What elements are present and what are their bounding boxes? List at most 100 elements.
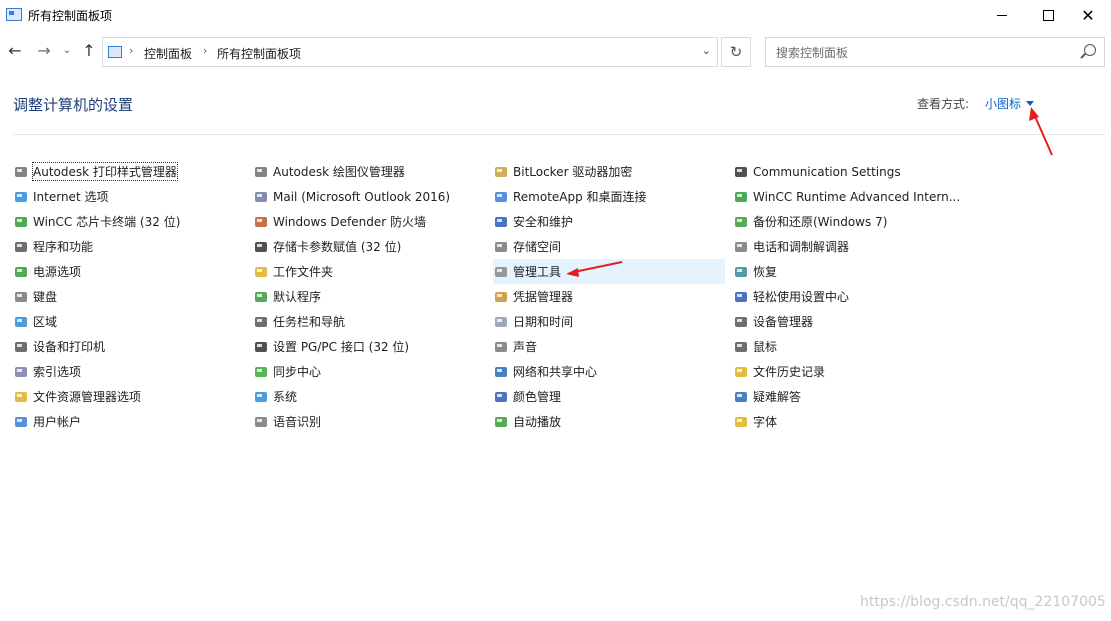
address-dropdown-icon[interactable]: ⌄ <box>702 44 711 57</box>
control-panel-item[interactable]: Communication Settings <box>733 159 965 184</box>
breadcrumb-control-panel[interactable]: 控制面板 <box>144 45 192 62</box>
control-panel-item[interactable]: 同步中心 <box>253 359 485 384</box>
troubleshoot-icon <box>733 389 749 405</box>
storage-card-icon <box>253 239 269 255</box>
search-icon[interactable] <box>1084 44 1096 56</box>
item-label: WinCC Runtime Advanced Intern... <box>753 189 961 204</box>
control-panel-item[interactable]: 声音 <box>493 334 725 359</box>
item-label: 管理工具 <box>513 265 562 279</box>
control-panel-item[interactable]: 日期和时间 <box>493 309 725 334</box>
control-panel-item[interactable]: 备份和还原(Windows 7) <box>733 209 965 234</box>
control-panel-item[interactable]: 设备管理器 <box>733 309 965 334</box>
control-panel-item[interactable]: 电话和调制解调器 <box>733 234 965 259</box>
forward-arrow-icon[interactable]: → <box>33 39 55 63</box>
control-panel-item[interactable]: 管理工具 <box>493 259 725 284</box>
control-panel-item[interactable]: RemoteApp 和桌面连接 <box>493 184 725 209</box>
item-label: 文件资源管理器选项 <box>33 390 142 404</box>
window-title: 所有控制面板项 <box>28 9 113 23</box>
search-input[interactable] <box>774 43 1078 63</box>
network-icon <box>493 364 509 380</box>
control-panel-item[interactable]: BitLocker 驱动器加密 <box>493 159 725 184</box>
control-panel-item[interactable]: Mail (Microsoft Outlook 2016) <box>253 184 485 209</box>
control-panel-item[interactable]: 轻松使用设置中心 <box>733 284 965 309</box>
control-panel-item[interactable]: 用户帐户 <box>13 409 245 434</box>
close-button[interactable]: ✕ <box>1065 0 1111 31</box>
control-panel-item[interactable]: 默认程序 <box>253 284 485 309</box>
control-panel-item[interactable]: 系统 <box>253 384 485 409</box>
control-panel-item[interactable]: 自动播放 <box>493 409 725 434</box>
control-panel-item[interactable]: 语音识别 <box>253 409 485 434</box>
breadcrumb-chevron-icon[interactable]: › <box>129 44 133 57</box>
control-panel-item[interactable]: 凭据管理器 <box>493 284 725 309</box>
control-panel-item[interactable]: 区域 <box>13 309 245 334</box>
items-column-3: BitLocker 驱动器加密 RemoteApp 和桌面连接安全和维护存储空间管… <box>493 159 725 434</box>
wincc-icon <box>13 214 29 230</box>
recent-locations-chevron-icon[interactable]: ⌄ <box>58 39 76 63</box>
control-panel-icon <box>108 46 122 58</box>
control-panel-item[interactable]: 恢复 <box>733 259 965 284</box>
control-panel-item[interactable]: 工作文件夹 <box>253 259 485 284</box>
storage-spaces-icon <box>493 239 509 255</box>
dropdown-caret-icon[interactable] <box>1026 101 1034 106</box>
item-label: 疑难解答 <box>753 390 802 404</box>
item-label: 轻松使用设置中心 <box>753 290 850 304</box>
item-label: 字体 <box>753 415 778 429</box>
control-panel-item[interactable]: 索引选项 <box>13 359 245 384</box>
control-panel-item[interactable]: 任务栏和导航 <box>253 309 485 334</box>
control-panel-item[interactable]: 颜色管理 <box>493 384 725 409</box>
control-panel-item[interactable]: WinCC 芯片卡终端 (32 位) <box>13 209 245 234</box>
item-label: 文件历史记录 <box>753 365 826 379</box>
refresh-button[interactable]: ↻ <box>721 37 751 67</box>
control-panel-item[interactable]: 键盘 <box>13 284 245 309</box>
control-panel-item[interactable]: 设置 PG/PC 接口 (32 位) <box>253 334 485 359</box>
control-panel-icon <box>6 8 22 21</box>
control-panel-item[interactable]: 字体 <box>733 409 965 434</box>
search-box[interactable] <box>765 37 1105 67</box>
control-panel-item[interactable]: 存储空间 <box>493 234 725 259</box>
control-panel-item[interactable]: Internet 选项 <box>13 184 245 209</box>
control-panel-item[interactable]: WinCC Runtime Advanced Intern... <box>733 184 965 209</box>
control-panel-item[interactable]: 设备和打印机 <box>13 334 245 359</box>
mouse-icon <box>733 339 749 355</box>
control-panel-item[interactable]: 网络和共享中心 <box>493 359 725 384</box>
control-panel-item[interactable]: 文件资源管理器选项 <box>13 384 245 409</box>
view-by-label: 查看方式: <box>917 97 970 111</box>
back-arrow-icon[interactable]: ← <box>4 39 26 63</box>
view-by-dropdown[interactable]: 小图标 <box>985 95 1021 112</box>
breadcrumb-all-items[interactable]: 所有控制面板项 <box>217 45 301 62</box>
control-panel-item[interactable]: 文件历史记录 <box>733 359 965 384</box>
admin-tools-icon <box>493 264 509 280</box>
item-label: 同步中心 <box>273 365 322 379</box>
region-icon <box>13 314 29 330</box>
control-panel-item[interactable]: Windows Defender 防火墙 <box>253 209 485 234</box>
annotation-arrow-view <box>1029 107 1053 156</box>
recovery-icon <box>733 264 749 280</box>
control-panel-item[interactable]: 程序和功能 <box>13 234 245 259</box>
up-arrow-icon[interactable]: ↑ <box>78 39 100 63</box>
item-label: 凭据管理器 <box>513 290 574 304</box>
address-bar[interactable]: › 控制面板 › 所有控制面板项 ⌄ <box>102 37 718 67</box>
control-panel-item[interactable]: 鼠标 <box>733 334 965 359</box>
breadcrumb-chevron-icon[interactable]: › <box>203 44 207 57</box>
power-icon <box>13 264 29 280</box>
control-panel-item[interactable]: Autodesk 打印样式管理器 <box>13 159 245 184</box>
item-label: 日期和时间 <box>513 315 574 329</box>
control-panel-item[interactable]: 安全和维护 <box>493 209 725 234</box>
item-label: 鼠标 <box>753 340 778 354</box>
system-icon <box>253 389 269 405</box>
item-label: 任务栏和导航 <box>273 315 346 329</box>
item-label: 自动播放 <box>513 415 562 429</box>
com-settings-icon <box>733 164 749 180</box>
backup-icon <box>733 214 749 230</box>
item-label: 安全和维护 <box>513 215 574 229</box>
control-panel-item[interactable]: Autodesk 绘图仪管理器 <box>253 159 485 184</box>
item-label: 语音识别 <box>273 415 322 429</box>
control-panel-item[interactable]: 存储卡参数赋值 (32 位) <box>253 234 485 259</box>
autoplay-icon <box>493 414 509 430</box>
control-panel-item[interactable]: 疑难解答 <box>733 384 965 409</box>
item-label: 恢复 <box>753 265 778 279</box>
globe-icon <box>13 189 29 205</box>
control-panel-item[interactable]: 电源选项 <box>13 259 245 284</box>
item-label: 备份和还原(Windows 7) <box>753 215 888 229</box>
minimize-button[interactable] <box>979 0 1025 31</box>
